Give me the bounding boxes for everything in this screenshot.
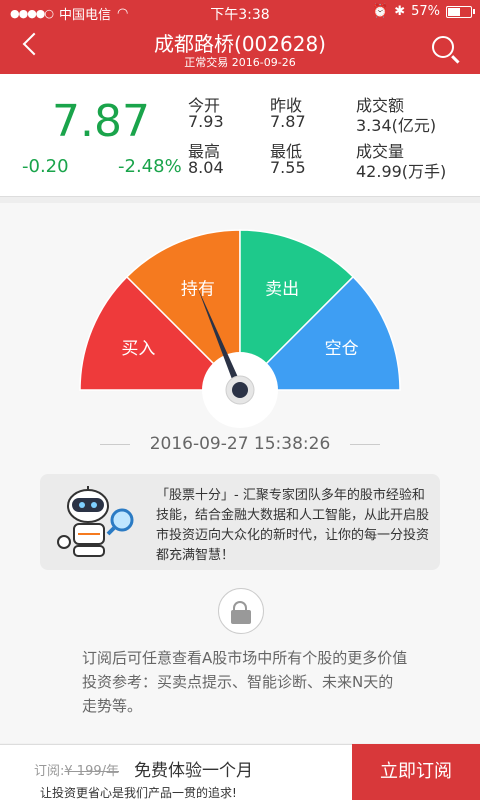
lock-icon [218,588,264,634]
gauge-label-sell: 卖出 [265,279,299,299]
stat-value-turnover: 3.34(亿元) [356,116,437,135]
intro-text: 「股票十分」- 汇聚专家团队多年的股市经验和技能，结合金融大数据和人工智能，从此… [156,488,430,563]
slogan: 让投资更省心是我们产品一贯的追求! [40,786,237,800]
battery-percent: 57% [411,4,440,19]
gauge-label-hold: 持有 [181,279,215,299]
search-icon[interactable] [432,36,454,58]
gauge-hub-center [232,382,248,398]
page-title: 成都路桥(002628) [154,32,326,56]
intro-card: 「股票十分」- 汇聚专家团队多年的股市经验和技能，结合金融大数据和人工智能，从此… [40,474,440,570]
bluetooth-icon: ✱ [394,4,406,19]
stat-value-prev-close: 7.87 [270,112,306,131]
trial-label: 免费体验一个月 [134,761,253,781]
gauge-label-empty: 空仓 [325,339,359,359]
stat-value-volume: 42.99(万手) [356,162,447,181]
battery-icon [446,5,475,18]
gauge-label-buy: 买入 [121,339,155,359]
current-price: 7.87 [52,96,150,147]
stat-value-low: 7.55 [270,158,306,177]
subscribe-button[interactable]: 立即订阅 [352,744,480,800]
status-bar: ●●●●○ 中国电信 ◠ 下午3:38 ⏰ ✱ 57% [0,0,480,24]
rating-timestamp: 2016-09-27 15:38:26 [149,434,331,454]
stat-value-high: 8.04 [188,158,224,177]
original-price: 订阅:¥ 199/年 [34,764,119,779]
subscribe-description: 订阅后可任意查看A股市场中所有个股的更多价值投资参考：买卖点提示、智能诊断、未来… [82,649,408,715]
rating-gauge: 买入 持有 卖出空仓 [79,229,401,428]
trading-status: 正常交易 2016-09-26 [184,56,296,69]
alarm-icon: ⏰ [372,4,389,19]
stat-value-open: 7.93 [188,112,224,131]
robot-icon [57,486,134,557]
price-change: -0.20 [22,156,69,177]
price-change-percent: -2.48% [118,156,182,177]
app-header: ●●●●○ 中国电信 ◠ 下午3:38 ⏰ ✱ 57% 成都路桥(002628)… [0,0,480,74]
